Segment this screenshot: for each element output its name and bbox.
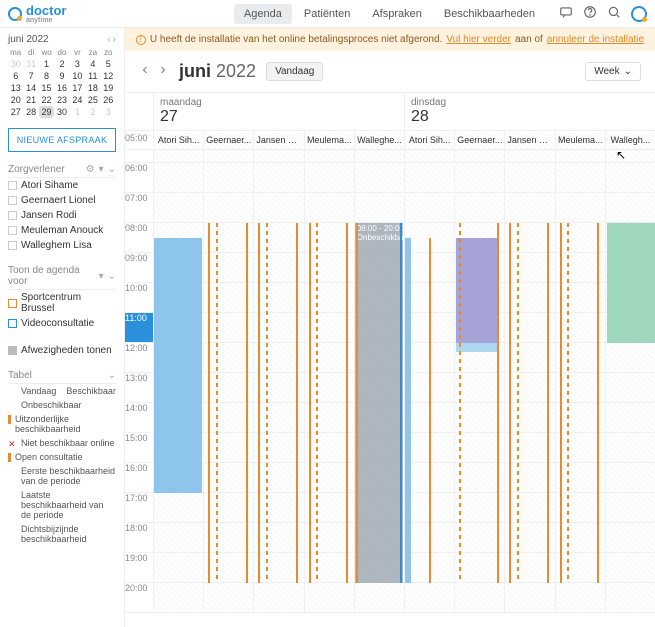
logo-sub: anytime	[26, 17, 66, 24]
legend-item: Uitzonderlijke beschikbaarheid	[8, 412, 116, 436]
legend-item: Vandaag Beschikbaar	[8, 384, 116, 398]
day-header: maandag 27	[153, 93, 404, 130]
help-icon[interactable]	[583, 5, 597, 22]
mini-cal-header: juni 2022 ‹ ›	[8, 34, 116, 45]
mini-prev-icon[interactable]: ‹	[107, 34, 110, 45]
mini-cal-title: juni 2022	[8, 34, 49, 45]
new-appointment-button[interactable]: NIEUWE AFSPRAAK	[8, 128, 116, 152]
warning-icon: !	[136, 35, 146, 45]
calendar-title: juni 2022	[179, 61, 256, 82]
provider-item[interactable]: Atori Sihame	[8, 178, 116, 193]
show-for-header: Toon de agenda voor ▾⌄	[8, 265, 116, 290]
funnel-icon[interactable]: ▾	[99, 164, 104, 175]
provider-item[interactable]: Geernaert Lionel	[8, 193, 116, 208]
logo[interactable]: doctor anytime	[8, 4, 66, 24]
topbar: doctor anytime Agenda Patiënten Afsprake…	[0, 0, 655, 28]
chevron-down-icon: ⌄	[624, 66, 632, 77]
next-icon[interactable]	[157, 64, 169, 79]
legend-item: Eerste beschikbaarheid van de periode	[8, 464, 116, 488]
banner-link-cancel[interactable]: annuleer de installatie	[547, 34, 644, 45]
search-icon[interactable]	[607, 5, 621, 22]
funnel-icon[interactable]: ▾	[99, 271, 104, 282]
mini-next-icon[interactable]: ›	[113, 34, 116, 45]
legend-item: ✕Niet beschikbaar online	[8, 436, 116, 450]
provider-item[interactable]: Walleghem Lisa	[8, 238, 116, 253]
provider-item[interactable]: Jansen Rodi	[8, 208, 116, 223]
top-nav: Agenda Patiënten Afspraken Beschikbaarhe…	[234, 4, 545, 24]
provider-item[interactable]: Meuleman Anouck	[8, 223, 116, 238]
legend-item: Open consultatie	[8, 450, 116, 464]
logo-name: doctor	[26, 4, 66, 17]
logo-icon	[8, 7, 22, 21]
chevron-down-icon[interactable]: ⌄	[108, 164, 116, 175]
today-button[interactable]: Vandaag	[266, 62, 323, 81]
calendar-grid[interactable]: 05:0006:0007:0008:0009:0010:0011:0012:00…	[125, 133, 655, 627]
view-selector[interactable]: Week⌄	[585, 62, 641, 81]
nav-patients[interactable]: Patiënten	[294, 4, 360, 24]
banner-link-continue[interactable]: Vul hier verder	[446, 34, 511, 45]
legend-item: Dichtsbijzijnde beschikbaarheid	[8, 522, 116, 546]
legend-item: Laatste beschikbaarheid van de periode	[8, 488, 116, 522]
avatar-icon[interactable]	[631, 6, 647, 22]
nav-appointments[interactable]: Afspraken	[362, 4, 432, 24]
table-header: Tabel ⌄	[8, 370, 116, 384]
top-icons	[559, 5, 647, 22]
legend-item: Onbeschikbaar	[8, 398, 116, 412]
location-item[interactable]: Videoconsultatie	[8, 316, 116, 331]
prev-icon[interactable]	[139, 64, 151, 79]
nav-agenda[interactable]: Agenda	[234, 4, 292, 24]
day-header: dinsdag 28	[404, 93, 655, 130]
sidebar: juni 2022 ‹ › madiwodovrzazo 30311234567…	[0, 28, 125, 627]
location-item[interactable]: Sportcentrum Brussel	[8, 290, 116, 316]
chevron-down-icon[interactable]: ⌄	[108, 271, 116, 282]
nav-availabilities[interactable]: Beschikbaarheden	[434, 4, 545, 24]
chevron-down-icon[interactable]: ⌄	[108, 370, 116, 381]
day-header-row: maandag 27 dinsdag 28	[125, 92, 655, 131]
chat-icon[interactable]	[559, 5, 573, 22]
absences-toggle[interactable]: Afwezigheden tonen	[8, 343, 116, 358]
filter-icon[interactable]: ⚙	[86, 164, 95, 175]
warning-banner: ! U heeft de installatie van het online …	[125, 28, 655, 51]
main: ! U heeft de installatie van het online …	[125, 28, 655, 627]
calendar-header: juni 2022 Vandaag Week⌄	[125, 51, 655, 92]
mini-calendar[interactable]: madiwodovrzazo 3031123456789101112131415…	[8, 47, 116, 118]
providers-header: Zorgverlener ⚙ ▾ ⌄	[8, 164, 116, 178]
